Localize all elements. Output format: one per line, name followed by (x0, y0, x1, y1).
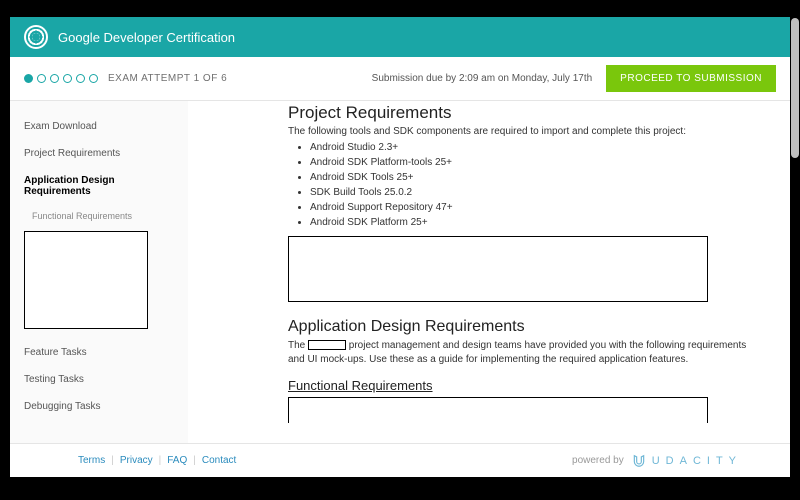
sidebar-item-project-requirements[interactable]: Project Requirements (10, 140, 188, 167)
sidebar-item-exam-download[interactable]: Exam Download (10, 113, 188, 140)
due-label: Submission due by 2:09 am on Monday, Jul… (372, 73, 593, 84)
section2-text-after: project management and design teams have… (288, 340, 746, 365)
page-title: Google Developer Certification (58, 30, 235, 45)
list-item: Android SDK Tools 25+ (310, 170, 750, 185)
footer-link-terms[interactable]: Terms (78, 455, 105, 466)
section3-title: Functional Requirements (288, 378, 750, 393)
scrollbar-thumb[interactable] (791, 18, 799, 158)
footer-link-privacy[interactable]: Privacy (120, 455, 153, 466)
sidebar-subitem-functional[interactable]: Functional Requirements (10, 205, 188, 227)
step-1[interactable] (24, 74, 33, 83)
progress-bar: EXAM ATTEMPT 1 OF 6 Submission due by 2:… (10, 57, 790, 101)
step-indicator (24, 74, 98, 83)
footer-links: Terms| Privacy| FAQ| Contact (78, 455, 236, 466)
redaction-box-1 (288, 236, 708, 302)
sidebar-item-testing-tasks[interactable]: Testing Tasks (10, 366, 188, 393)
section1-title: Project Requirements (288, 103, 750, 123)
app-header: Google Developer Certification (10, 17, 790, 57)
brand-logo: UDACITY (632, 454, 742, 468)
sidebar-thumbnail-placeholder (24, 231, 148, 329)
sidebar-item-debugging-tasks[interactable]: Debugging Tasks (10, 393, 188, 420)
sidebar-item-application-design[interactable]: Application Design Requirements (10, 167, 188, 205)
section2-paragraph: The project management and design teams … (288, 339, 750, 366)
footer-link-contact[interactable]: Contact (202, 455, 236, 466)
attempt-label: EXAM ATTEMPT 1 OF 6 (108, 73, 227, 84)
section2-text-before: The (288, 340, 308, 351)
section1-intro: The following tools and SDK components a… (288, 126, 750, 137)
requirements-list: Android Studio 2.3+ Android SDK Platform… (310, 140, 750, 230)
list-item: Android SDK Platform-tools 25+ (310, 155, 750, 170)
udacity-icon (632, 454, 646, 468)
footer-link-faq[interactable]: FAQ (167, 455, 187, 466)
redacted-word (308, 340, 346, 350)
step-4[interactable] (63, 74, 72, 83)
list-item: SDK Build Tools 25.0.2 (310, 185, 750, 200)
brand-text: UDACITY (652, 455, 742, 467)
step-3[interactable] (50, 74, 59, 83)
main-content: Project Requirements The following tools… (188, 101, 790, 443)
step-6[interactable] (89, 74, 98, 83)
powered-by-label: powered by (572, 455, 624, 466)
step-5[interactable] (76, 74, 85, 83)
section2-title: Application Design Requirements (288, 318, 750, 336)
logo-icon (24, 25, 48, 49)
redaction-box-2 (288, 397, 708, 423)
sidebar-item-feature-tasks[interactable]: Feature Tasks (10, 339, 188, 366)
step-2[interactable] (37, 74, 46, 83)
list-item: Android Support Repository 47+ (310, 200, 750, 215)
footer: Terms| Privacy| FAQ| Contact powered by … (10, 443, 790, 477)
sidebar: Exam Download Project Requirements Appli… (10, 101, 188, 443)
proceed-button[interactable]: PROCEED TO SUBMISSION (606, 65, 776, 92)
list-item: Android Studio 2.3+ (310, 140, 750, 155)
list-item: Android SDK Platform 25+ (310, 215, 750, 230)
